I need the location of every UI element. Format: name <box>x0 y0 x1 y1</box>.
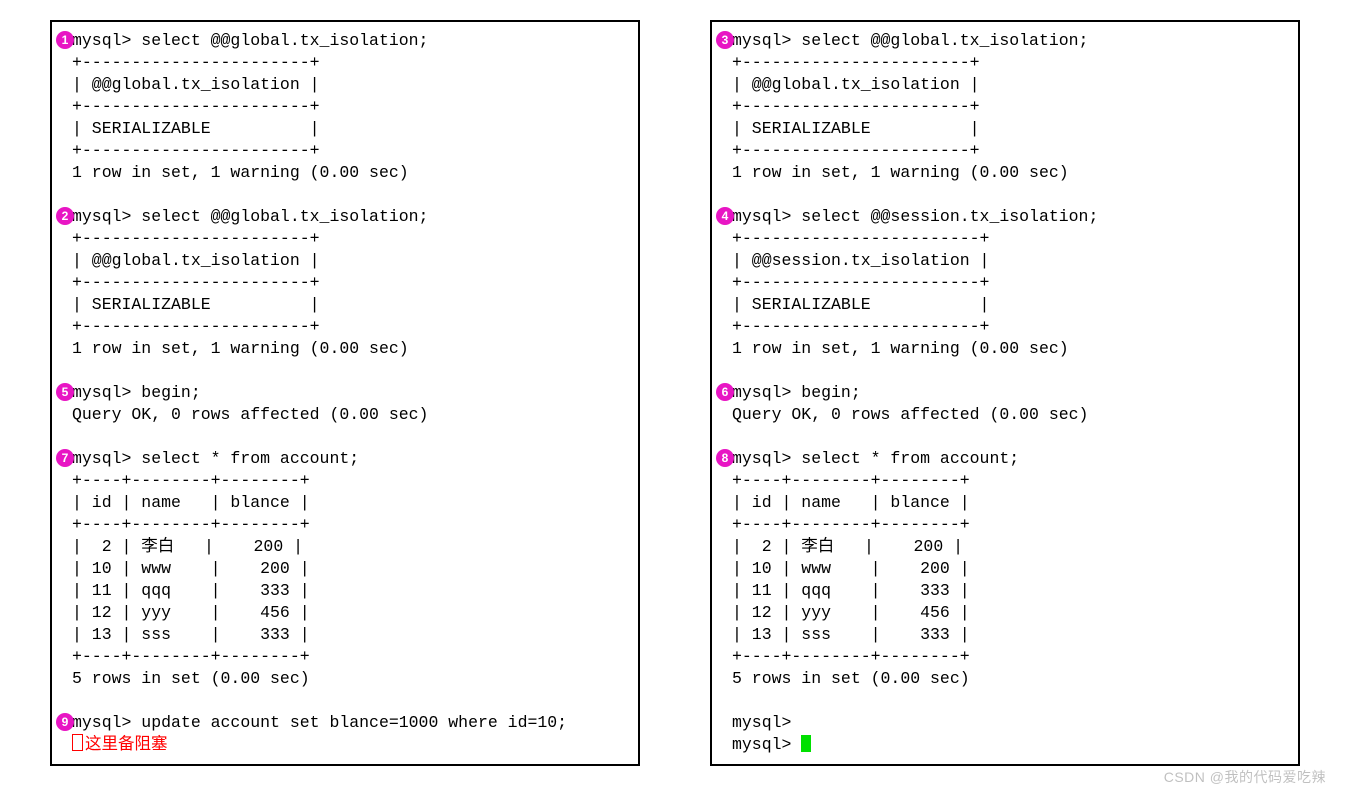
terminal-line: mysql> begin;6 <box>732 382 1286 404</box>
terminal-line: +------------------------+ <box>732 228 1286 250</box>
terminal-right: mysql> select @@global.tx_isolation;3+--… <box>710 20 1300 766</box>
terminal-line: | @@global.tx_isolation | <box>72 250 626 272</box>
terminal-line: +-----------------------+ <box>732 96 1286 118</box>
terminal-line: | 2 | 李白 | 200 | <box>72 536 626 558</box>
terminal-line: 1 row in set, 1 warning (0.00 sec) <box>72 338 626 360</box>
terminal-line <box>72 184 626 206</box>
terminal-line: +----+--------+--------+ <box>732 470 1286 492</box>
terminal-line: +-----------------------+ <box>72 228 626 250</box>
watermark: CSDN @我的代码爱吃辣 <box>1164 766 1326 788</box>
terminal-line: mysql> select @@global.tx_isolation;1 <box>72 30 626 52</box>
step-badge: 3 <box>716 31 734 49</box>
terminal-line: +----+--------+--------+ <box>72 646 626 668</box>
cursor-icon <box>801 735 811 752</box>
terminal-line: | @@session.tx_isolation | <box>732 250 1286 272</box>
terminal-line: +----+--------+--------+ <box>732 514 1286 536</box>
terminal-line: | 10 | www | 200 | <box>732 558 1286 580</box>
terminal-line: | 12 | yyy | 456 | <box>72 602 626 624</box>
terminal-line: +-----------------------+ <box>732 140 1286 162</box>
terminal-line: mysql> select @@session.tx_isolation;4 <box>732 206 1286 228</box>
terminal-line: | SERIALIZABLE | <box>72 118 626 140</box>
terminal-line: +-----------------------+ <box>72 272 626 294</box>
terminal-line <box>72 360 626 382</box>
step-badge: 4 <box>716 207 734 225</box>
terminal-line: +-----------------------+ <box>72 316 626 338</box>
terminal-line: | 2 | 李白 | 200 | <box>732 536 1286 558</box>
terminal-line: mysql> <box>732 712 1286 734</box>
terminal-line: mysql> <box>732 734 1286 756</box>
terminal-line: +-----------------------+ <box>72 52 626 74</box>
terminal-line: | id | name | blance | <box>732 492 1286 514</box>
marker-icon <box>72 734 83 751</box>
terminal-line: 1 row in set, 1 warning (0.00 sec) <box>732 162 1286 184</box>
step-badge: 6 <box>716 383 734 401</box>
terminal-line: mysql> update account set blance=1000 wh… <box>72 712 626 734</box>
terminal-line: +------------------------+ <box>732 272 1286 294</box>
terminal-line: | 11 | qqq | 333 | <box>732 580 1286 602</box>
terminal-line: 5 rows in set (0.00 sec) <box>732 668 1286 690</box>
terminal-line: | @@global.tx_isolation | <box>732 74 1286 96</box>
terminal-line: Query OK, 0 rows affected (0.00 sec) <box>732 404 1286 426</box>
terminal-line <box>732 690 1286 712</box>
step-badge: 7 <box>56 449 74 467</box>
terminal-line: mysql> select @@global.tx_isolation;2 <box>72 206 626 228</box>
terminal-line: | 11 | qqq | 333 | <box>72 580 626 602</box>
terminal-line <box>72 690 626 712</box>
terminal-line <box>732 426 1286 448</box>
step-badge: 1 <box>56 31 74 49</box>
terminal-line: +----+--------+--------+ <box>732 646 1286 668</box>
terminal-line <box>732 184 1286 206</box>
terminal-line: mysql> select * from account;7 <box>72 448 626 470</box>
terminal-line: | 13 | sss | 333 | <box>72 624 626 646</box>
terminal-line: +-----------------------+ <box>72 140 626 162</box>
terminal-line: Query OK, 0 rows affected (0.00 sec) <box>72 404 626 426</box>
terminal-line: 1 row in set, 1 warning (0.00 sec) <box>72 162 626 184</box>
step-badge: 9 <box>56 713 74 731</box>
terminal-line: 1 row in set, 1 warning (0.00 sec) <box>732 338 1286 360</box>
terminal-line: 5 rows in set (0.00 sec) <box>72 668 626 690</box>
terminal-line: | SERIALIZABLE | <box>732 118 1286 140</box>
terminal-line: mysql> begin;5 <box>72 382 626 404</box>
terminal-line: | 12 | yyy | 456 | <box>732 602 1286 624</box>
terminal-line: +------------------------+ <box>732 316 1286 338</box>
terminal-line: +-----------------------+ <box>732 52 1286 74</box>
terminal-line: | @@global.tx_isolation | <box>72 74 626 96</box>
terminal-left: mysql> select @@global.tx_isolation;1+--… <box>50 20 640 766</box>
terminal-line: +----+--------+--------+ <box>72 514 626 536</box>
terminal-line: | SERIALIZABLE | <box>732 294 1286 316</box>
terminal-line: +----+--------+--------+ <box>72 470 626 492</box>
terminal-line: | id | name | blance | <box>72 492 626 514</box>
step-badge: 2 <box>56 207 74 225</box>
terminal-line: +-----------------------+ <box>72 96 626 118</box>
terminal-line: mysql> select * from account;8 <box>732 448 1286 470</box>
terminal-line: | SERIALIZABLE | <box>72 294 626 316</box>
terminal-line: | 13 | sss | 333 | <box>732 624 1286 646</box>
terminal-line: | 10 | www | 200 | <box>72 558 626 580</box>
terminal-line <box>72 426 626 448</box>
terminal-line: mysql> select @@global.tx_isolation;3 <box>732 30 1286 52</box>
step-badge: 8 <box>716 449 734 467</box>
terminal-line <box>732 360 1286 382</box>
step-badge: 5 <box>56 383 74 401</box>
blocking-note: 这里备阻塞 <box>72 734 626 756</box>
